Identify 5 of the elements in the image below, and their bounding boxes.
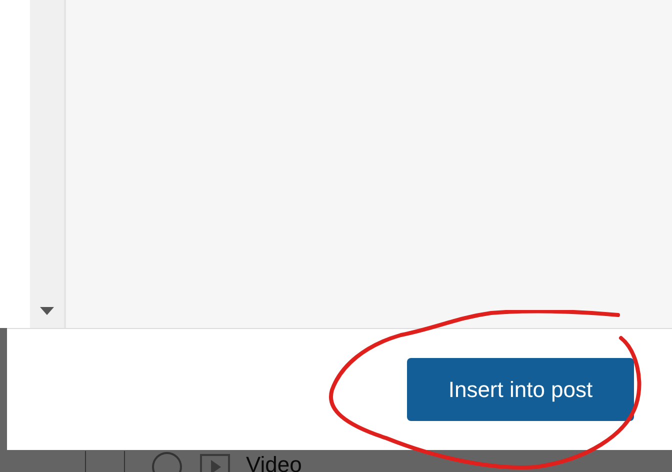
insert-into-post-button[interactable]: Insert into post: [407, 358, 634, 421]
column-divider: [85, 451, 125, 472]
caret-down-icon: [40, 307, 54, 315]
media-type-label: Video: [246, 454, 302, 472]
scrollbar[interactable]: [30, 0, 66, 328]
